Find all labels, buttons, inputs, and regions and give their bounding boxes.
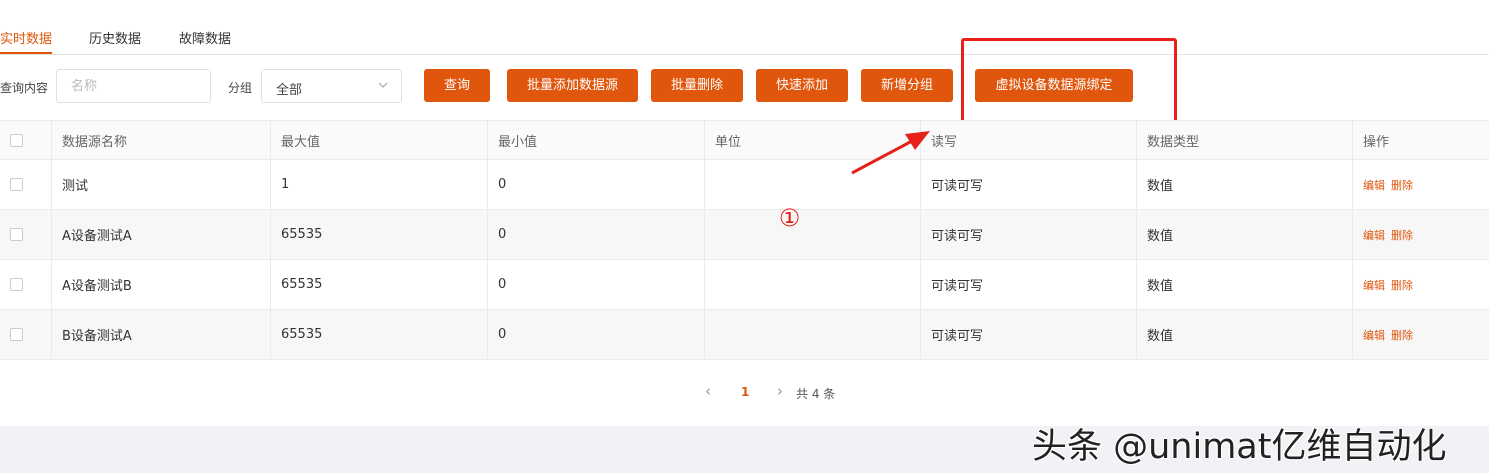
cell-unit	[705, 210, 921, 259]
cell-actions: 编辑 删除	[1353, 160, 1489, 209]
table-header: 数据源名称 最大值 最小值 单位 读写 数据类型 操作	[0, 120, 1489, 160]
chevron-right-icon[interactable]: ›	[777, 382, 783, 400]
table-row: A设备测试A 65535 0 可读可写 数值 编辑 删除	[0, 210, 1489, 260]
cell-actions: 编辑 删除	[1353, 310, 1489, 359]
row-select-cell	[0, 210, 52, 259]
chevron-left-icon[interactable]: ‹	[705, 382, 711, 400]
cell-name: B设备测试A	[52, 310, 271, 359]
cell-data-type: 数值	[1137, 210, 1353, 259]
cell-min: 0	[488, 260, 705, 309]
cell-unit	[705, 260, 921, 309]
cell-actions: 编辑 删除	[1353, 210, 1489, 259]
annotation-highlight-box	[961, 38, 1177, 123]
tab-history-data[interactable]: 历史数据	[89, 28, 141, 47]
tab-bar: 实时数据 历史数据 故障数据	[0, 0, 1489, 55]
row-select-cell	[0, 260, 52, 309]
cell-min: 0	[488, 210, 705, 259]
group-select-value: 全部	[276, 83, 303, 98]
row-select-cell	[0, 310, 52, 359]
edit-link[interactable]: 编辑	[1363, 227, 1385, 243]
watermark-text: 头条 @unimat亿维自动化	[1032, 427, 1447, 467]
cell-actions: 编辑 删除	[1353, 260, 1489, 309]
column-header: 读写	[921, 121, 1137, 159]
column-header: 单位	[705, 121, 921, 159]
tab-realtime-data[interactable]: 实时数据	[0, 28, 52, 47]
query-label: 查询内容	[0, 81, 49, 95]
group-label: 分组	[228, 81, 253, 95]
column-header: 数据类型	[1137, 121, 1353, 159]
cell-min: 0	[488, 310, 705, 359]
query-input[interactable]	[56, 69, 211, 103]
search-button[interactable]: 查询	[424, 69, 490, 102]
table-row: 测试 1 0 可读可写 数值 编辑 删除	[0, 160, 1489, 210]
cell-unit	[705, 160, 921, 209]
row-checkbox[interactable]	[10, 228, 23, 241]
edit-link[interactable]: 编辑	[1363, 177, 1385, 193]
column-header: 最大值	[271, 121, 488, 159]
edit-link[interactable]: 编辑	[1363, 277, 1385, 293]
cell-max: 65535	[271, 210, 488, 259]
cell-max: 1	[271, 160, 488, 209]
row-checkbox[interactable]	[10, 278, 23, 291]
cell-read-write: 可读可写	[921, 310, 1137, 359]
table-row: A设备测试B 65535 0 可读可写 数值 编辑 删除	[0, 260, 1489, 310]
active-tab-indicator	[0, 52, 52, 54]
cell-read-write: 可读可写	[921, 160, 1137, 209]
cell-name: A设备测试B	[52, 260, 271, 309]
cell-data-type: 数值	[1137, 160, 1353, 209]
select-all-cell	[0, 121, 52, 159]
quick-add-button[interactable]: 快速添加	[756, 69, 848, 102]
annotation-marker: ①	[778, 204, 801, 232]
cell-name: A设备测试A	[52, 210, 271, 259]
delete-link[interactable]: 删除	[1391, 327, 1413, 343]
cell-max: 65535	[271, 260, 488, 309]
delete-link[interactable]: 删除	[1391, 227, 1413, 243]
delete-link[interactable]: 删除	[1391, 177, 1413, 193]
cell-unit	[705, 310, 921, 359]
column-header: 数据源名称	[52, 121, 271, 159]
column-header: 最小值	[488, 121, 705, 159]
edit-link[interactable]: 编辑	[1363, 327, 1385, 343]
cell-min: 0	[488, 160, 705, 209]
cell-read-write: 可读可写	[921, 210, 1137, 259]
add-group-button[interactable]: 新增分组	[861, 69, 953, 102]
group-select[interactable]: 全部	[261, 69, 402, 103]
batch-delete-button[interactable]: 批量删除	[651, 69, 743, 102]
row-checkbox[interactable]	[10, 328, 23, 341]
cell-data-type: 数值	[1137, 260, 1353, 309]
pagination-total: 共 4 条	[796, 387, 836, 401]
column-header: 操作	[1363, 134, 1390, 150]
pagination-current-page[interactable]: 1	[741, 385, 749, 399]
cell-name: 测试	[52, 160, 271, 209]
row-select-cell	[0, 160, 52, 209]
row-checkbox[interactable]	[10, 178, 23, 191]
chevron-down-icon	[378, 82, 388, 88]
tab-fault-data[interactable]: 故障数据	[179, 28, 231, 47]
cell-max: 65535	[271, 310, 488, 359]
batch-add-datasource-button[interactable]: 批量添加数据源	[507, 69, 638, 102]
cell-data-type: 数值	[1137, 310, 1353, 359]
cell-read-write: 可读可写	[921, 260, 1137, 309]
select-all-checkbox[interactable]	[10, 133, 23, 147]
delete-link[interactable]: 删除	[1391, 277, 1413, 293]
table-row: B设备测试A 65535 0 可读可写 数值 编辑 删除	[0, 310, 1489, 360]
